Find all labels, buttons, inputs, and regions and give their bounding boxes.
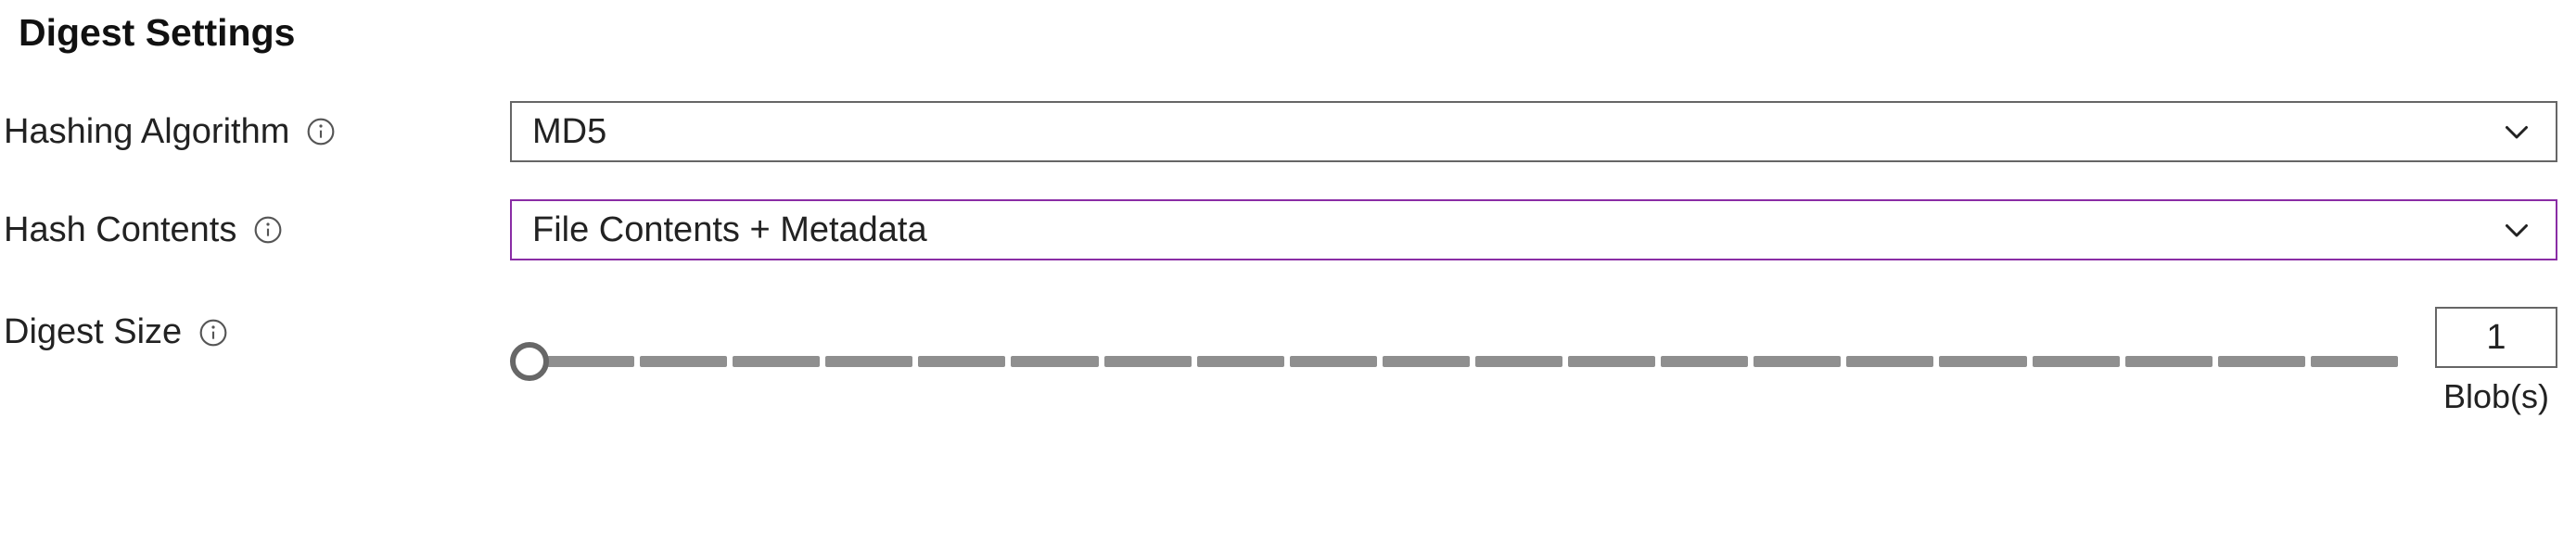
slider-tick [2033, 356, 2120, 367]
select-value: File Contents + Metadata [532, 210, 927, 250]
section-title: Digest Settings [0, 0, 2576, 82]
digest-size-label: Digest Size [4, 312, 182, 352]
slider-tick [918, 356, 1005, 367]
slider-tick [1383, 356, 1470, 367]
row-hash-contents: Hash Contents File Contents + Metadata [0, 181, 2576, 279]
slider-tick [1011, 356, 1098, 367]
info-icon[interactable] [198, 318, 228, 348]
slider-tick [733, 356, 820, 367]
label-group: Hashing Algorithm [4, 112, 510, 152]
chevron-down-icon [2498, 211, 2535, 248]
hashing-algorithm-select[interactable]: MD5 [510, 101, 2557, 162]
slider-tick [1939, 356, 2026, 367]
slider-tick [2125, 356, 2213, 367]
hashing-algorithm-label: Hashing Algorithm [4, 112, 289, 152]
slider-tick [640, 356, 727, 367]
slider-thumb[interactable] [510, 342, 549, 381]
slider-tick [2311, 356, 2398, 367]
slider-tick [1568, 356, 1655, 367]
select-value: MD5 [532, 112, 606, 152]
slider-tick [1104, 356, 1192, 367]
digest-size-input[interactable]: 1 [2435, 307, 2557, 368]
chevron-down-icon [2498, 113, 2535, 150]
slider-tick [1753, 356, 1841, 367]
slider-track [547, 356, 2398, 367]
digest-size-slider[interactable] [510, 339, 2398, 384]
hash-contents-label: Hash Contents [4, 210, 236, 250]
slider-tick [2218, 356, 2305, 367]
slider-tick [825, 356, 912, 367]
row-hashing-algorithm: Hashing Algorithm MD5 [0, 82, 2576, 181]
label-group: Hash Contents [4, 210, 510, 250]
info-icon[interactable] [306, 117, 336, 146]
digest-size-unit: Blob(s) [2443, 377, 2549, 416]
slider-tick [1846, 356, 1933, 367]
slider-tick [1475, 356, 1562, 367]
slider-tick [547, 356, 634, 367]
slider-tick [1661, 356, 1748, 367]
label-group: Digest Size [4, 307, 510, 352]
slider-tick [1197, 356, 1284, 367]
info-icon[interactable] [253, 215, 283, 245]
digest-size-value-group: 1 Blob(s) [2435, 307, 2557, 416]
row-digest-size: Digest Size 1 Blob(s) [0, 279, 2576, 435]
hash-contents-select[interactable]: File Contents + Metadata [510, 199, 2557, 260]
slider-tick [1290, 356, 1377, 367]
